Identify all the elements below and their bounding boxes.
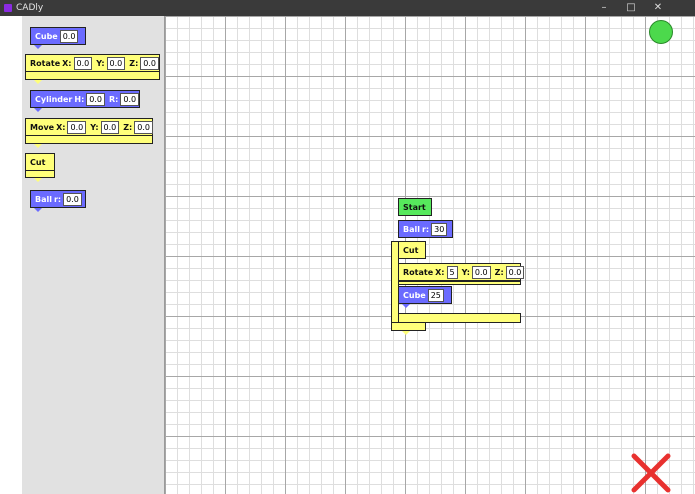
cube-size-input[interactable]: 0.0 bbox=[59, 29, 79, 43]
block-notch bbox=[34, 208, 42, 212]
block-label: Cube bbox=[403, 290, 426, 300]
cut-block-bottom bbox=[391, 322, 426, 331]
z-label: Z: bbox=[129, 58, 139, 68]
block-palette bbox=[22, 16, 165, 494]
r-label: r: bbox=[53, 194, 62, 204]
block-label: Cylinder bbox=[35, 94, 73, 104]
x-label: X: bbox=[62, 58, 72, 68]
block-label: Rotate bbox=[30, 58, 61, 68]
block-notch bbox=[34, 108, 42, 112]
rotate-block-bottom bbox=[25, 71, 160, 80]
block-notch bbox=[402, 331, 410, 335]
cut-block-bottom bbox=[25, 170, 55, 178]
rotate-z-input[interactable]: 0.0 bbox=[505, 265, 525, 279]
window-title: CADly bbox=[16, 3, 44, 13]
block-label: Cube bbox=[35, 31, 58, 41]
block-notch bbox=[34, 144, 42, 148]
palette-cylinder-block[interactable]: Cylinder H: 0.0 R: 0.0 bbox=[30, 90, 140, 108]
block-label: Cut bbox=[403, 245, 419, 255]
palette-cube-block[interactable]: Cube 0.0 bbox=[30, 27, 86, 45]
block-label: Start bbox=[403, 202, 426, 212]
maximize-button[interactable]: □ bbox=[617, 0, 645, 16]
h-label: H: bbox=[74, 94, 85, 104]
move-y-input[interactable]: 0.0 bbox=[100, 120, 120, 134]
z-label: Z: bbox=[494, 267, 504, 277]
rotate-z-input[interactable]: 0.0 bbox=[140, 56, 160, 70]
y-label: Y: bbox=[96, 58, 105, 68]
palette-move-block[interactable]: Move X: 0.0 Y: 0.0 Z: 0.0 bbox=[25, 118, 153, 136]
program-rotate-block[interactable]: Rotate X: 5 Y: 0.0 Z: 0.0 bbox=[398, 263, 525, 281]
block-label: Cut bbox=[30, 157, 46, 167]
move-block-bottom bbox=[25, 135, 153, 144]
block-label: Move bbox=[30, 122, 55, 132]
rotate-y-input[interactable]: 0.0 bbox=[106, 56, 126, 70]
minimize-button[interactable]: – bbox=[590, 0, 618, 16]
app-icon bbox=[4, 4, 12, 12]
r-label: r: bbox=[421, 224, 430, 234]
red-x-icon[interactable] bbox=[630, 452, 672, 494]
block-notch bbox=[34, 45, 42, 49]
move-z-input[interactable]: 0.0 bbox=[134, 120, 153, 134]
x-label: X: bbox=[56, 122, 66, 132]
block-label: Ball bbox=[35, 194, 52, 204]
z-label: Z: bbox=[123, 122, 133, 132]
program-ball-block[interactable]: Ball r: 30 bbox=[398, 220, 453, 238]
palette-rotate-block[interactable]: Rotate X: 0.0 Y: 0.0 Z: 0.0 bbox=[25, 54, 160, 72]
move-x-input[interactable]: 0.0 bbox=[67, 120, 87, 134]
green-circle-icon[interactable] bbox=[649, 20, 673, 44]
r-label: R: bbox=[109, 94, 119, 104]
program-cube-block[interactable]: Cube 25 bbox=[398, 286, 452, 304]
rotate-block-bottom bbox=[398, 281, 521, 285]
block-label: Ball bbox=[403, 224, 420, 234]
block-notch bbox=[402, 304, 410, 308]
x-label: X: bbox=[435, 267, 445, 277]
palette-ball-block[interactable]: Ball r: 0.0 bbox=[30, 190, 86, 208]
rotate-y-input[interactable]: 0.0 bbox=[471, 265, 491, 279]
block-notch bbox=[34, 178, 42, 182]
rotate-x-input[interactable]: 5 bbox=[446, 265, 458, 279]
ball-radius-input[interactable]: 30 bbox=[431, 222, 448, 236]
rotate-x-input[interactable]: 0.0 bbox=[73, 56, 93, 70]
close-button[interactable]: ✕ bbox=[644, 0, 672, 16]
cylinder-height-input[interactable]: 0.0 bbox=[86, 92, 106, 106]
start-block[interactable]: Start bbox=[398, 198, 432, 216]
title-bar: CADly – □ ✕ bbox=[0, 0, 695, 16]
y-label: Y: bbox=[461, 267, 470, 277]
workspace-canvas[interactable] bbox=[165, 16, 695, 494]
cylinder-radius-input[interactable]: 0.0 bbox=[120, 92, 140, 106]
ball-radius-input[interactable]: 0.0 bbox=[63, 192, 82, 206]
y-label: Y: bbox=[90, 122, 99, 132]
program-cut-block[interactable]: Cut bbox=[398, 241, 426, 259]
block-notch bbox=[34, 80, 42, 84]
cube-size-input[interactable]: 25 bbox=[427, 288, 444, 302]
block-label: Rotate bbox=[403, 267, 434, 277]
palette-cut-block[interactable]: Cut bbox=[25, 153, 55, 171]
